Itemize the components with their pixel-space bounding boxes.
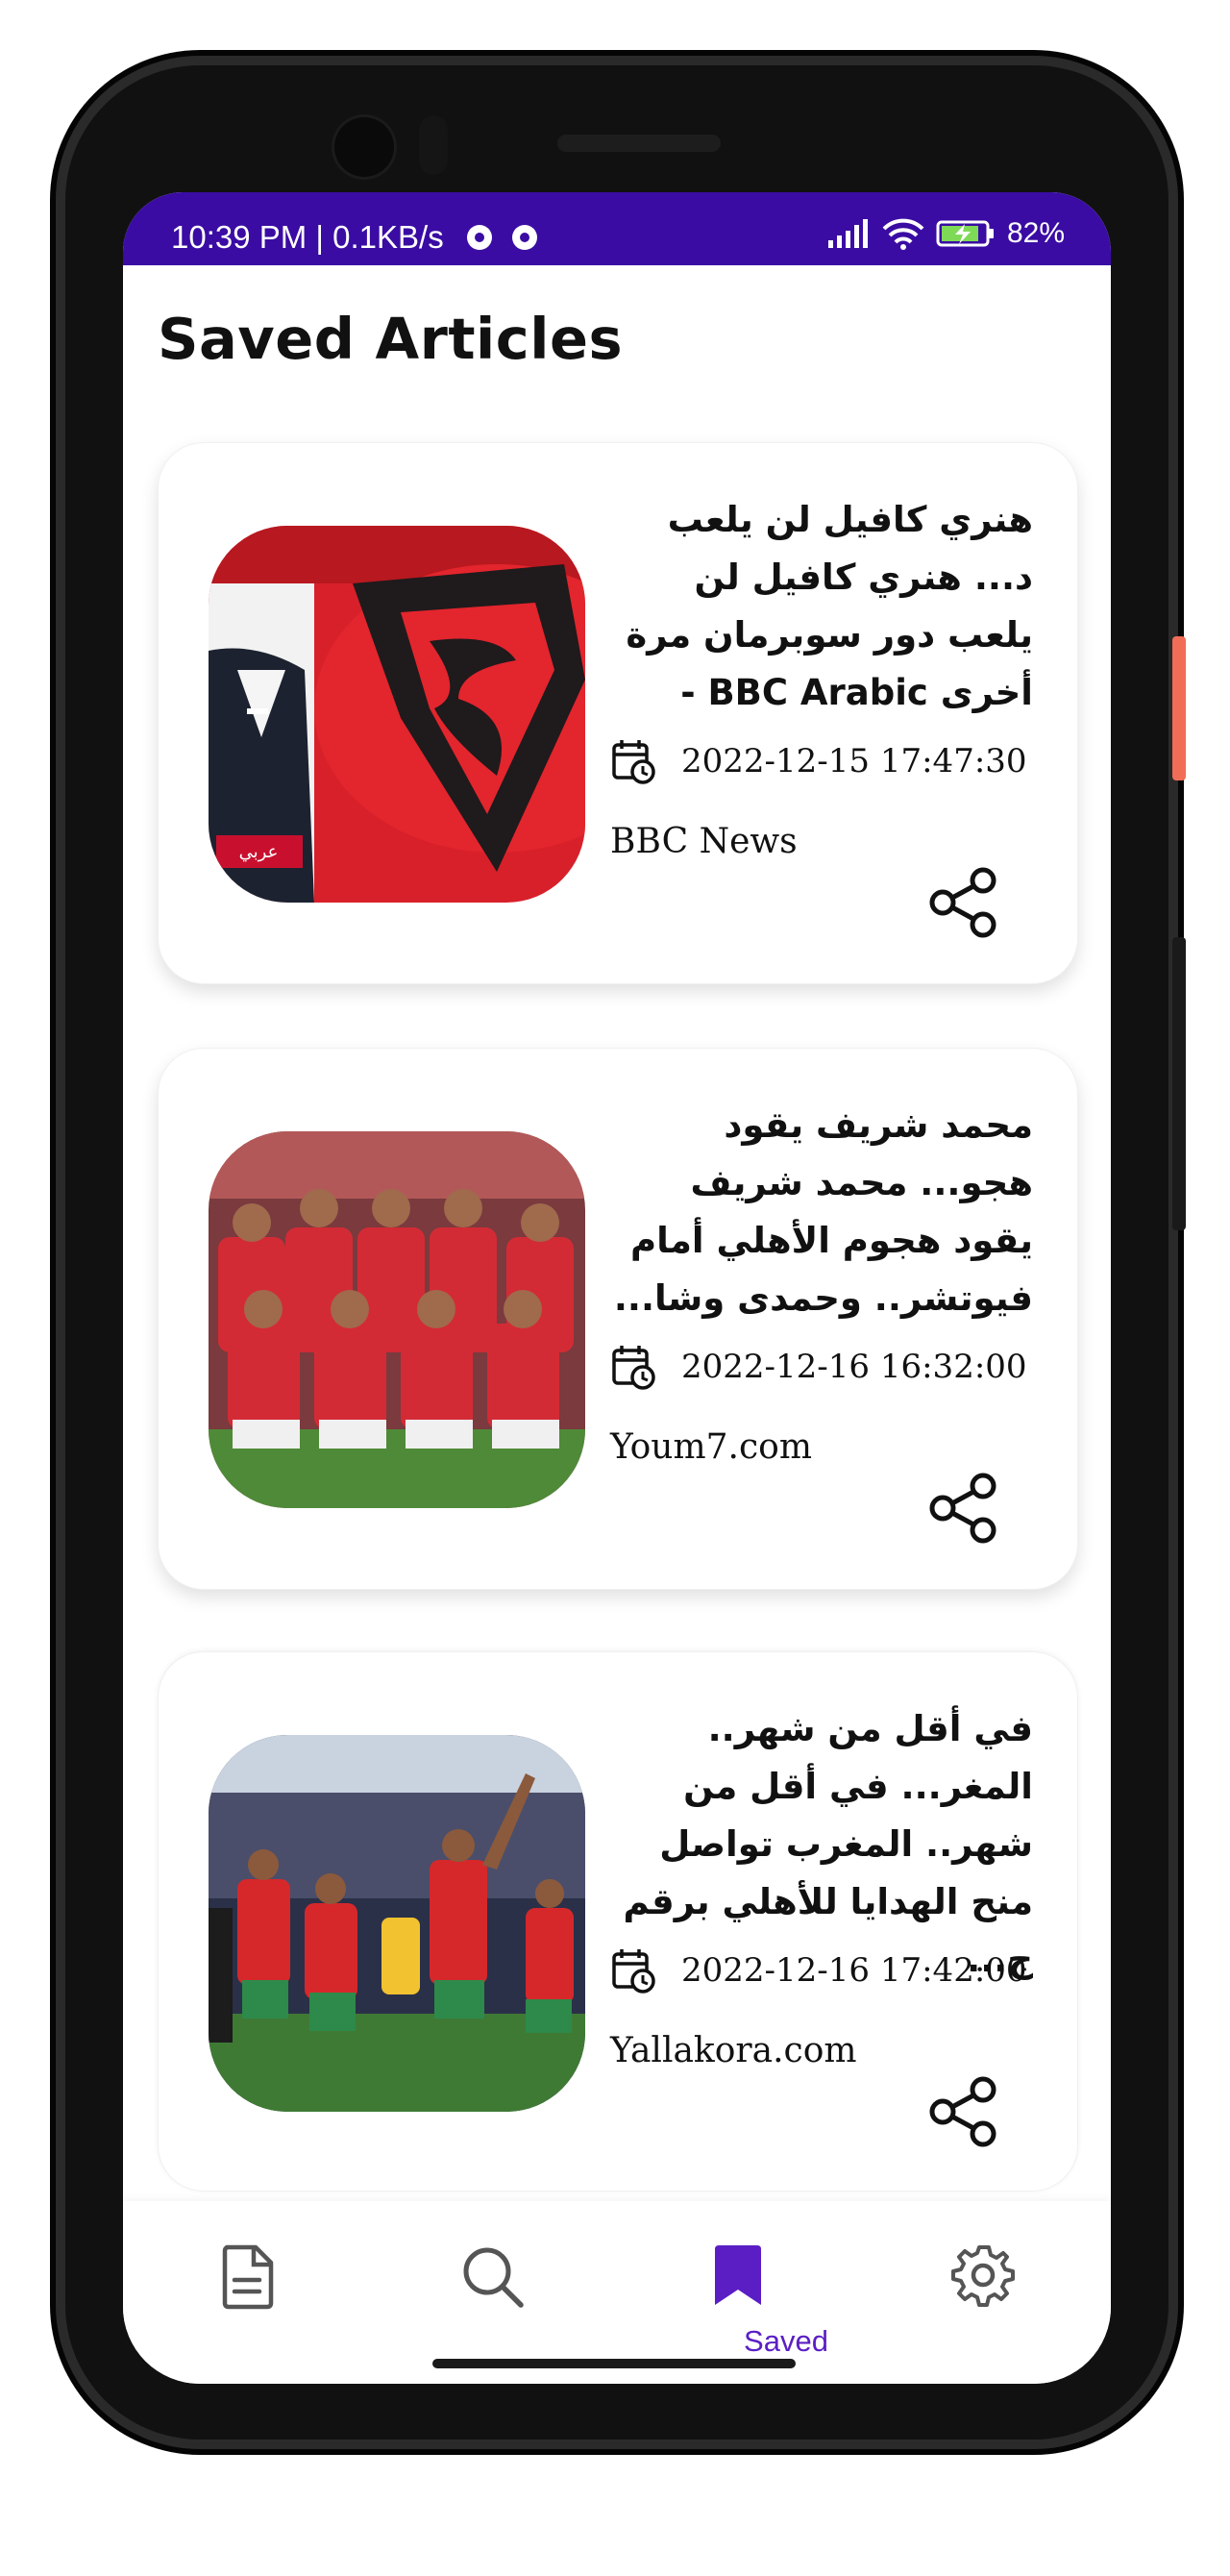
article-source: BBC News [610,822,798,861]
battery-charging-icon [936,220,994,247]
share-icon[interactable] [927,1472,1000,1545]
phone-side-button [1172,636,1186,780]
nav-settings[interactable] [945,2243,1021,2320]
article-image [209,1735,585,2112]
nav-saved[interactable] [700,2243,776,2320]
article-source: Youm7.com [610,1427,812,1467]
article-card[interactable]: محمد شريف يقود هجو... محمد شريف يقود هجو… [158,1048,1078,1590]
article-title[interactable]: محمد شريف يقود هجو... محمد شريف يقود هجو… [610,1097,1033,1327]
article-title[interactable]: هنري كافيل لن يلعب د... هنري كافيل لن يل… [610,491,1033,722]
search-icon [463,2247,524,2308]
article-card[interactable]: عربي هنري كافيل لن يلعب د... هنري كافيل … [158,442,1078,984]
gear-icon [951,2245,1015,2307]
share-icon[interactable] [927,866,1000,939]
share-icon[interactable] [927,2075,1000,2148]
front-camera [334,117,394,177]
article-date: 2022-12-15 17:47:30 [681,742,1027,780]
notification-icon [512,225,537,250]
image-badge: عربي [239,842,279,862]
article-date-row: 2022-12-16 17:42:00 [610,1946,1027,1994]
article-icon [222,2244,274,2310]
status-bar: 10:39 PM | 0.1KB/s 82% [123,192,1111,265]
article-date: 2022-12-16 16:32:00 [681,1348,1027,1386]
phone-volume-button [1172,937,1186,1230]
battery-percent: 82% [1006,217,1065,249]
article-source: Yallakora.com [610,2031,857,2070]
bookmark-icon [715,2245,761,2305]
calendar-clock-icon [612,740,655,784]
app-screen: 10:39 PM | 0.1KB/s 82% Saved Articles عر… [123,192,1111,2384]
earpiece-speaker [557,135,721,152]
article-card[interactable]: في أقل من شهر.. المغر... في أقل من شهر..… [158,1651,1078,2192]
calendar-clock-icon [612,1346,655,1390]
status-icons: 82% [826,217,1065,250]
calendar-clock-icon [612,1949,655,1994]
bottom-navigation: Saved [123,2201,1111,2384]
article-title[interactable]: في أقل من شهر.. المغر... في أقل من شهر..… [610,1700,1034,1989]
home-indicator[interactable] [432,2359,796,2368]
front-sensor [419,115,448,175]
signal-icon [827,219,868,248]
notification-icon [467,225,492,250]
article-date-row: 2022-12-16 16:32:00 [610,1343,1027,1391]
nav-search[interactable] [455,2243,531,2320]
nav-saved-label[interactable]: Saved [690,2324,882,2359]
wifi-icon [882,218,924,250]
article-date-row: 2022-12-15 17:47:30 [610,737,1027,785]
page-title: Saved Articles [158,306,624,372]
nav-headlines[interactable] [209,2243,286,2320]
article-image: عربي [209,526,585,903]
article-date: 2022-12-16 17:42:00 [681,1951,1027,1990]
status-time: 10:39 PM | 0.1KB/s [171,219,444,255]
article-image [209,1131,585,1508]
